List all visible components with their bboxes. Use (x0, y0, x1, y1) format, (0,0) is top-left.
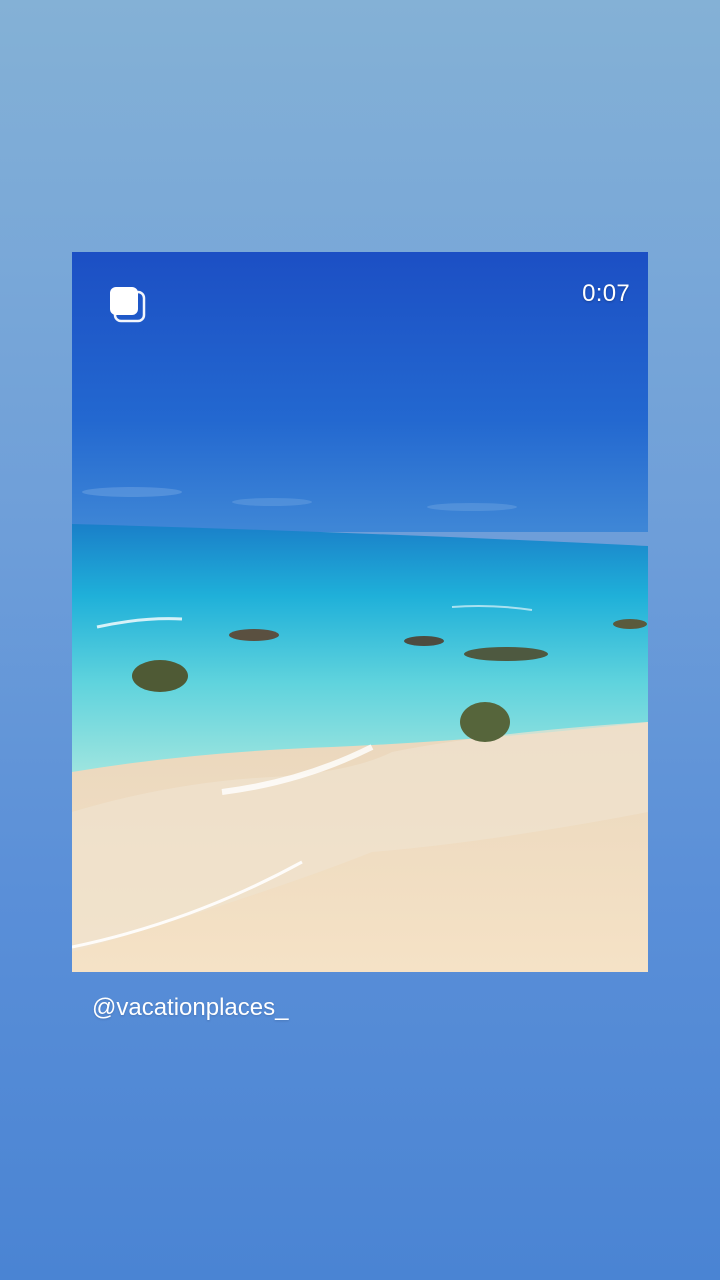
beach-video-thumbnail (72, 252, 648, 972)
username-label[interactable]: @vacationplaces_ (92, 994, 288, 1022)
video-duration: 0:07 (582, 280, 630, 307)
multiple-media-icon (108, 285, 148, 325)
story-media-card[interactable]: 0:07 (72, 252, 648, 972)
